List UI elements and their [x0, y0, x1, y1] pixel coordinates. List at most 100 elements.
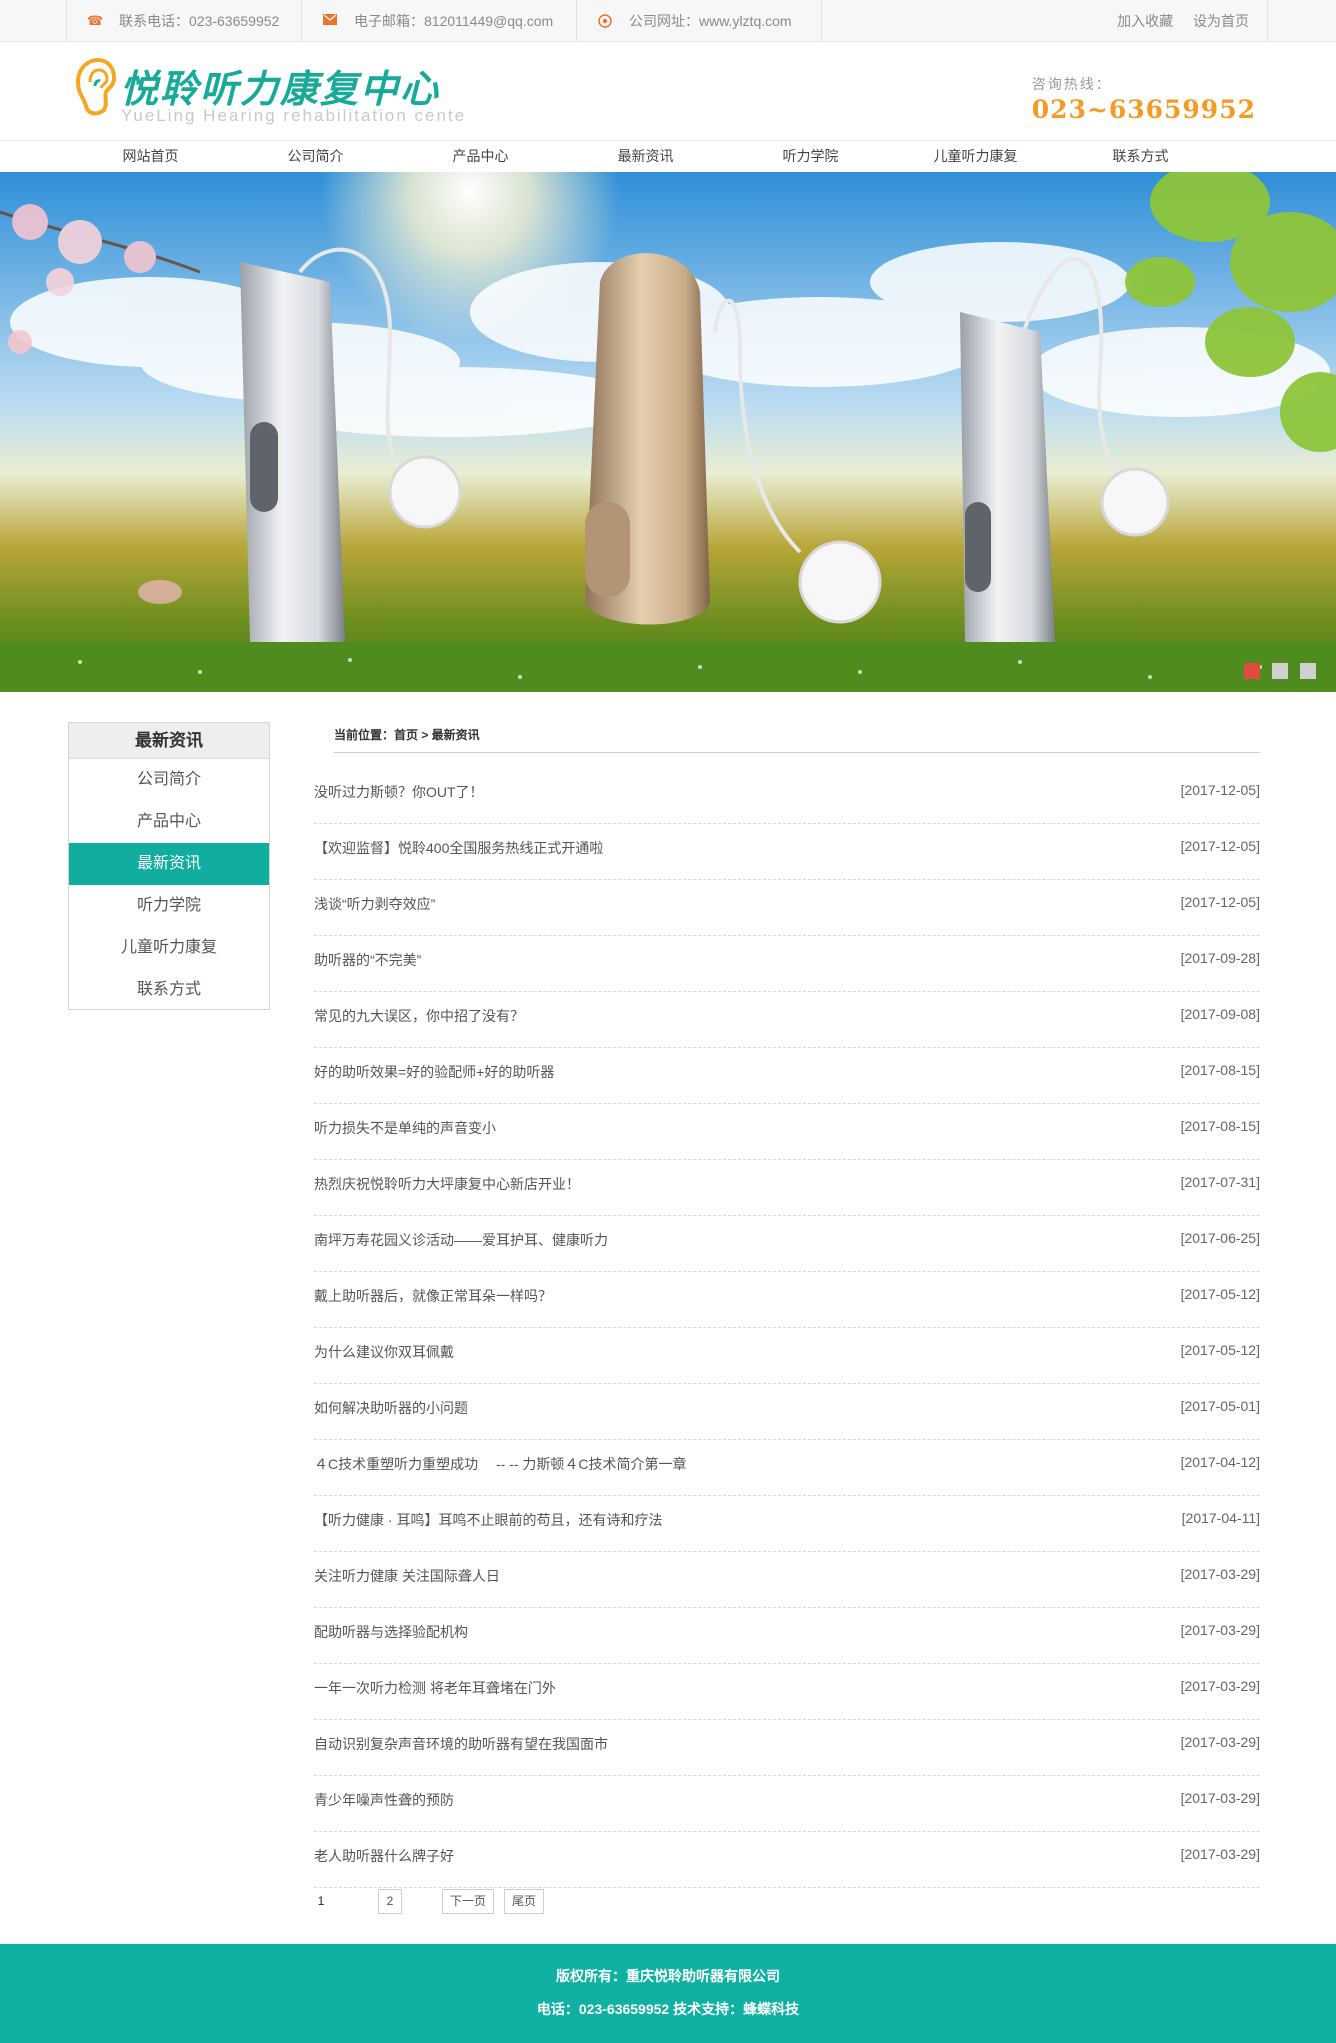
- list-item[interactable]: 为什么建议你双耳佩戴 [2017-05-12]: [314, 1328, 1260, 1384]
- nav-item-home[interactable]: 网站首页: [68, 141, 233, 173]
- carousel-dot-1[interactable]: [1244, 663, 1261, 679]
- contact-website: 公司网址：www.ylztq.com: [577, 0, 822, 42]
- news-date: [2017-03-29]: [1180, 1622, 1260, 1638]
- nav-item-news[interactable]: 最新资讯: [563, 141, 728, 173]
- news-title[interactable]: 配助听器与选择验配机构: [314, 1622, 468, 1642]
- news-title[interactable]: 听力损失不是单纯的声音变小: [314, 1118, 496, 1138]
- list-item[interactable]: 常见的九大误区，你中招了没有？ [2017-09-08]: [314, 992, 1260, 1048]
- location-icon: [597, 14, 613, 28]
- nav-item-contact[interactable]: 联系方式: [1058, 141, 1223, 173]
- news-date: [2017-05-12]: [1180, 1342, 1260, 1358]
- hotline-label: 咨询热线：: [1031, 76, 1112, 92]
- news-title[interactable]: 热烈庆祝悦聆听力大坪康复中心新店开业！: [314, 1174, 580, 1194]
- sidebar: 最新资讯 公司简介 产品中心 最新资讯 听力学院 儿童听力康复 联系方式: [68, 722, 270, 1010]
- header: 悦聆听力康复中心 YueLing Hearing rehabilitation …: [0, 42, 1336, 140]
- news-title[interactable]: 如何解决助听器的小问题: [314, 1398, 468, 1418]
- hotline: 咨询热线： 023~63659952: [1032, 74, 1256, 124]
- ear-icon: [75, 58, 116, 116]
- news-title[interactable]: 【欢迎监督】悦聆400全国服务热线正式开通啦: [314, 838, 603, 858]
- nav-item-children[interactable]: 儿童听力康复: [893, 141, 1058, 173]
- list-item[interactable]: 配助听器与选择验配机构 [2017-03-29]: [314, 1608, 1260, 1664]
- list-item[interactable]: ４C技术重塑听力重塑成功 -- -- 力斯顿４C技术简介第一章 [2017-04-…: [314, 1440, 1260, 1496]
- nav-item-about[interactable]: 公司简介: [233, 141, 398, 173]
- contact-email: 电子邮箱：812011449@qq.com: [302, 0, 577, 42]
- carousel-dot-2[interactable]: [1272, 663, 1289, 679]
- last-page-button[interactable]: 尾页: [504, 1889, 544, 1914]
- list-item[interactable]: 助听器的“不完美” [2017-09-28]: [314, 936, 1260, 992]
- main-nav: 网站首页 公司简介 产品中心 最新资讯 听力学院 儿童听力康复 联系方式: [0, 140, 1336, 172]
- news-title[interactable]: 一年一次听力检测 将老年耳聋堵在门外: [314, 1678, 556, 1698]
- hotline-number: 023~63659952: [1031, 95, 1256, 124]
- set-homepage-link[interactable]: 设为首页: [1193, 13, 1249, 29]
- news-title[interactable]: 南坪万寿花园义诊活动——爱耳护耳、健康听力: [314, 1230, 608, 1250]
- list-item[interactable]: 戴上助听器后，就像正常耳朵一样吗？ [2017-05-12]: [314, 1272, 1260, 1328]
- sidebar-item-news[interactable]: 最新资讯: [69, 843, 269, 885]
- carousel-dot-3[interactable]: [1300, 663, 1316, 679]
- page-2-button[interactable]: 2: [378, 1889, 402, 1914]
- top-bar: ☎ 联系电话：023-63659952 电子邮箱：812011449@qq.co…: [0, 0, 1336, 42]
- top-links: 加入收藏 设为首页: [1101, 0, 1249, 42]
- news-date: [2017-03-29]: [1180, 1678, 1260, 1694]
- list-item[interactable]: 浅谈“听力剥夺效应” [2017-12-05]: [314, 880, 1260, 936]
- nav-item-academy[interactable]: 听力学院: [728, 141, 893, 173]
- sidebar-item-children[interactable]: 儿童听力康复: [69, 927, 269, 969]
- news-title[interactable]: 好的助听效果=好的验配师+好的助听器: [314, 1062, 554, 1082]
- news-title[interactable]: 戴上助听器后，就像正常耳朵一样吗？: [314, 1286, 552, 1306]
- sidebar-item-academy[interactable]: 听力学院: [69, 885, 269, 927]
- contact-phone: ☎ 联系电话：023-63659952: [67, 0, 302, 42]
- list-item[interactable]: 一年一次听力检测 将老年耳聋堵在门外 [2017-03-29]: [314, 1664, 1260, 1720]
- news-date: [2017-05-01]: [1180, 1398, 1260, 1414]
- list-item[interactable]: 老人助听器什么牌子好 [2017-03-29]: [314, 1832, 1260, 1888]
- news-title[interactable]: 为什么建议你双耳佩戴: [314, 1342, 454, 1362]
- list-item[interactable]: 青少年噪声性聋的预防 [2017-03-29]: [314, 1776, 1260, 1832]
- news-title[interactable]: 自动识别复杂声音环境的助听器有望在我国面市: [314, 1734, 608, 1754]
- logo-english-name: YueLing Hearing rehabilitation cente: [121, 106, 467, 125]
- news-title[interactable]: 助听器的“不完美”: [314, 950, 421, 970]
- list-item[interactable]: 没听过力斯顿？你OUT了！ [2017-12-05]: [314, 768, 1260, 824]
- news-date: [2017-12-05]: [1180, 782, 1260, 798]
- news-date: [2017-07-31]: [1180, 1174, 1260, 1190]
- logo-chinese-name: 悦聆听力康复中心: [120, 69, 441, 111]
- site-logo[interactable]: 悦聆听力康复中心 YueLing Hearing rehabilitation …: [74, 56, 474, 126]
- contact-website-text: 公司网址：www.ylztq.com: [629, 13, 792, 29]
- news-title[interactable]: 没听过力斯顿？你OUT了！: [314, 782, 484, 802]
- news-date: [2017-08-15]: [1180, 1118, 1260, 1134]
- next-page-button[interactable]: 下一页: [442, 1889, 494, 1914]
- news-date: [2017-04-11]: [1181, 1510, 1260, 1526]
- footer-contact: 电话：023-63659952 技术支持：蜂蝶科技: [536, 2001, 800, 2017]
- list-item[interactable]: 热烈庆祝悦聆听力大坪康复中心新店开业！ [2017-07-31]: [314, 1160, 1260, 1216]
- list-item[interactable]: 南坪万寿花园义诊活动——爱耳护耳、健康听力 [2017-06-25]: [314, 1216, 1260, 1272]
- list-item[interactable]: 听力损失不是单纯的声音变小 [2017-08-15]: [314, 1104, 1260, 1160]
- list-item[interactable]: 自动识别复杂声音环境的助听器有望在我国面市 [2017-03-29]: [314, 1720, 1260, 1776]
- envelope-icon: [322, 14, 338, 28]
- nav-item-products[interactable]: 产品中心: [398, 141, 563, 173]
- phone-icon: ☎: [87, 13, 104, 28]
- list-item[interactable]: 如何解决助听器的小问题 [2017-05-01]: [314, 1384, 1260, 1440]
- carousel-dots: [1236, 663, 1316, 682]
- sidebar-item-products[interactable]: 产品中心: [69, 801, 269, 843]
- breadcrumb: 当前位置：首页 > 最新资讯: [334, 726, 1260, 753]
- news-title[interactable]: 关注听力健康 关注国际聋人日: [314, 1566, 500, 1586]
- hero-banner[interactable]: [0, 172, 1336, 692]
- news-date: [2017-03-29]: [1180, 1734, 1260, 1750]
- list-item[interactable]: 好的助听效果=好的验配师+好的助听器 [2017-08-15]: [314, 1048, 1260, 1104]
- news-date: [2017-05-12]: [1180, 1286, 1260, 1302]
- news-title[interactable]: 【听力健康 · 耳鸣】耳鸣不止眼前的苟且，还有诗和疗法: [314, 1510, 662, 1530]
- add-favorite-link[interactable]: 加入收藏: [1117, 13, 1173, 29]
- list-item[interactable]: 【欢迎监督】悦聆400全国服务热线正式开通啦 [2017-12-05]: [314, 824, 1260, 880]
- news-title[interactable]: 老人助听器什么牌子好: [314, 1846, 454, 1866]
- news-title[interactable]: 青少年噪声性聋的预防: [314, 1790, 454, 1810]
- news-title[interactable]: 浅谈“听力剥夺效应”: [314, 894, 435, 914]
- news-title[interactable]: 常见的九大误区，你中招了没有？: [314, 1006, 524, 1026]
- news-date: [2017-09-28]: [1180, 950, 1260, 966]
- list-item[interactable]: 关注听力健康 关注国际聋人日 [2017-03-29]: [314, 1552, 1260, 1608]
- news-date: [2017-03-29]: [1180, 1846, 1260, 1862]
- sidebar-item-contact[interactable]: 联系方式: [69, 969, 269, 1011]
- news-title[interactable]: ４C技术重塑听力重塑成功 -- -- 力斯顿４C技术简介第一章: [314, 1454, 687, 1474]
- news-date: [2017-03-29]: [1180, 1790, 1260, 1806]
- sidebar-item-about[interactable]: 公司简介: [69, 759, 269, 801]
- news-date: [2017-03-29]: [1180, 1566, 1260, 1582]
- news-date: [2017-04-12]: [1180, 1454, 1260, 1470]
- banner-image: [0, 172, 1336, 692]
- list-item[interactable]: 【听力健康 · 耳鸣】耳鸣不止眼前的苟且，还有诗和疗法 [2017-04-11]: [314, 1496, 1260, 1552]
